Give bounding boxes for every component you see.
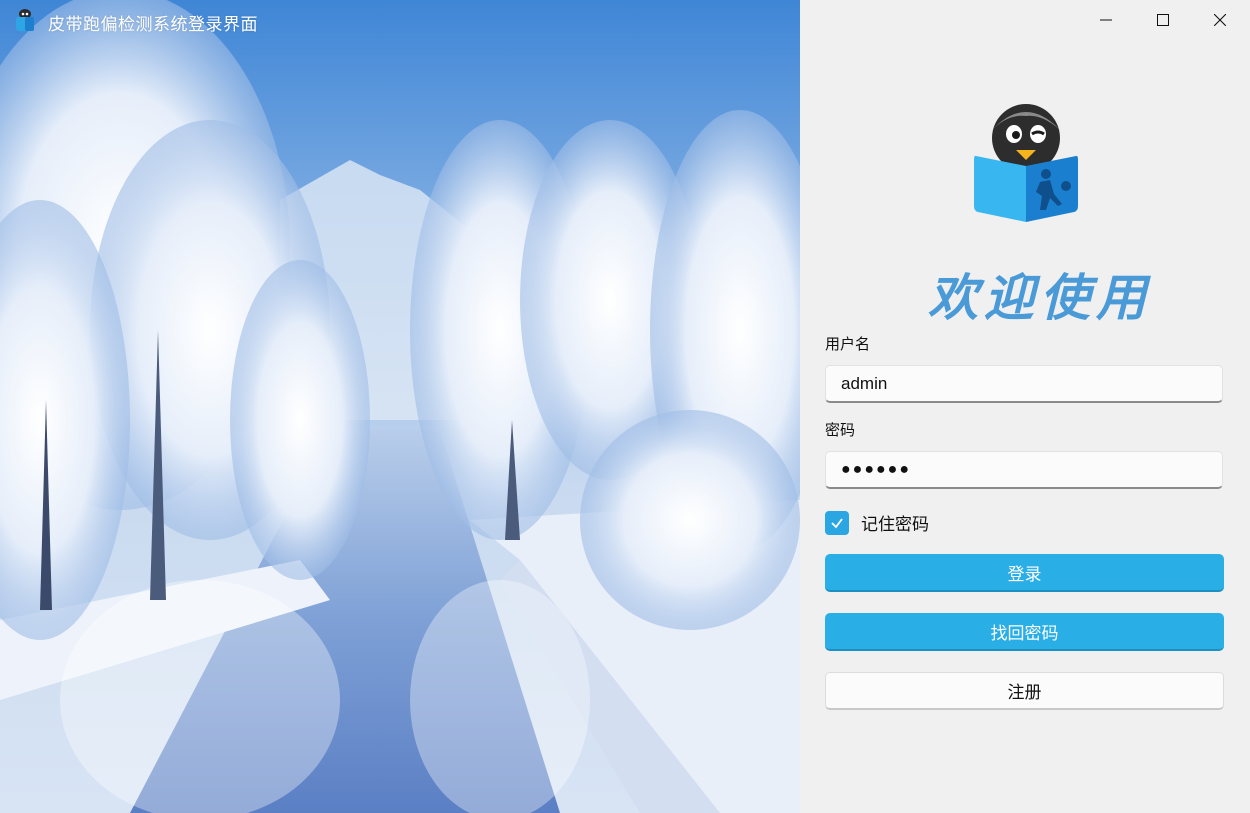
password-label: 密码	[825, 421, 856, 439]
password-input[interactable]: ●●●●●●	[825, 451, 1223, 489]
checkmark-icon	[831, 517, 843, 528]
window-title: 皮带跑偏检测系统登录界面	[48, 15, 258, 35]
close-button[interactable]	[1192, 0, 1248, 40]
minimize-icon	[1100, 19, 1112, 21]
penguin-book-icon	[13, 8, 37, 32]
minimize-button[interactable]	[1078, 0, 1134, 40]
penguin-book-logo	[972, 100, 1080, 224]
login-panel: 欢迎使用 用户名 admin 密码 ●●●●●● 记住密码 登录 找回密码 注册	[800, 0, 1250, 813]
welcome-heading: 欢迎使用	[928, 268, 1152, 327]
title-bar: 皮带跑偏检测系统登录界面	[0, 0, 800, 40]
checkbox-box[interactable]	[825, 510, 849, 535]
login-button[interactable]: 登录	[825, 554, 1224, 592]
username-label: 用户名	[825, 335, 871, 353]
username-input[interactable]: admin	[825, 365, 1223, 403]
remember-password-checkbox[interactable]: 记住密码	[825, 510, 929, 535]
register-button[interactable]: 注册	[825, 672, 1224, 710]
recover-password-button[interactable]: 找回密码	[825, 613, 1224, 651]
winter-landscape-image	[0, 0, 800, 813]
maximize-button[interactable]	[1135, 0, 1191, 40]
close-icon	[1214, 14, 1226, 26]
remember-password-label: 记住密码	[861, 515, 929, 535]
maximize-icon	[1157, 14, 1169, 26]
